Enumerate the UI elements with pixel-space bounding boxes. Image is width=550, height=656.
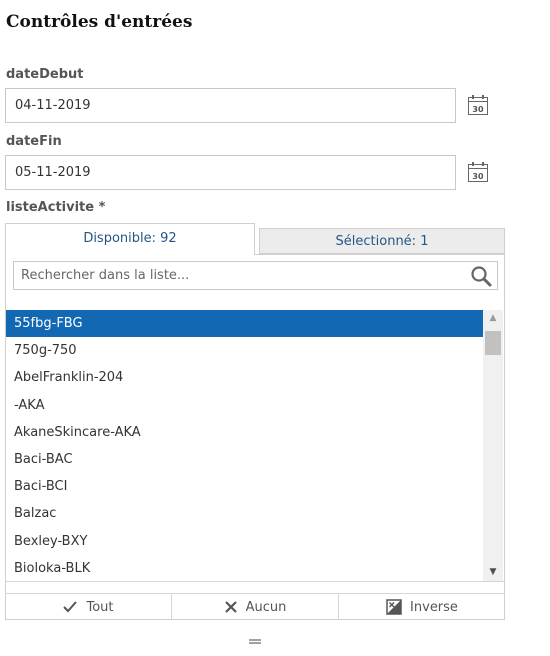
scroll-up-arrow-icon[interactable]: ▲: [483, 310, 503, 327]
liste-activite-label: listeActivite *: [6, 200, 106, 215]
select-none-label: Aucun: [245, 599, 287, 615]
close-icon: [224, 600, 238, 614]
list-scrollbar[interactable]: ▲ ▼: [483, 310, 503, 581]
list-item[interactable]: Baci-BAC: [6, 446, 483, 473]
list-item[interactable]: 55fbg-FBG: [6, 310, 483, 338]
tab-available[interactable]: Disponible: 92: [5, 223, 255, 255]
scroll-thumb[interactable]: [485, 331, 501, 355]
invert-icon: [386, 599, 402, 615]
calendar-icon[interactable]: 30: [467, 161, 489, 183]
select-all-label: Tout: [86, 599, 114, 615]
list-divider: [6, 581, 504, 582]
resize-handle[interactable]: [249, 630, 261, 644]
list-item[interactable]: 750g-750: [6, 337, 483, 364]
list-item[interactable]: Bexley-BXY: [6, 528, 483, 555]
date-debut-input[interactable]: [5, 88, 456, 123]
select-all-button[interactable]: Tout: [5, 594, 171, 620]
invert-selection-label: Inverse: [410, 599, 458, 615]
selection-actions: Tout Aucun Inverse: [5, 593, 505, 620]
date-fin-input[interactable]: [5, 155, 456, 190]
invert-selection-button[interactable]: Inverse: [338, 594, 505, 620]
date-fin-label: dateFin: [6, 134, 62, 149]
activity-list[interactable]: 55fbg-FBG 750g-750 AbelFranklin-204 -AKA…: [6, 310, 483, 582]
page-title: Contrôles d'entrées: [6, 12, 193, 32]
list-item[interactable]: AkaneSkincare-AKA: [6, 419, 483, 446]
calendar-icon[interactable]: 30: [467, 94, 489, 116]
list-item[interactable]: Bioloka-BLK: [6, 555, 483, 582]
tab-selected[interactable]: Sélectionné: 1: [259, 228, 505, 254]
search-input[interactable]: [14, 262, 459, 289]
list-item[interactable]: Balzac: [6, 500, 483, 527]
check-icon: [62, 600, 78, 614]
list-item[interactable]: -AKA: [6, 392, 483, 419]
calendar-icon-day: 30: [472, 105, 484, 114]
scroll-down-arrow-icon[interactable]: ▼: [483, 564, 503, 581]
search-icon[interactable]: [470, 265, 492, 287]
select-none-button[interactable]: Aucun: [171, 594, 338, 620]
list-item[interactable]: AbelFranklin-204: [6, 364, 483, 391]
calendar-icon-day: 30: [472, 172, 484, 181]
list-item[interactable]: Baci-BCI: [6, 473, 483, 500]
date-debut-label: dateDebut: [6, 67, 84, 82]
search-box: [13, 261, 498, 290]
